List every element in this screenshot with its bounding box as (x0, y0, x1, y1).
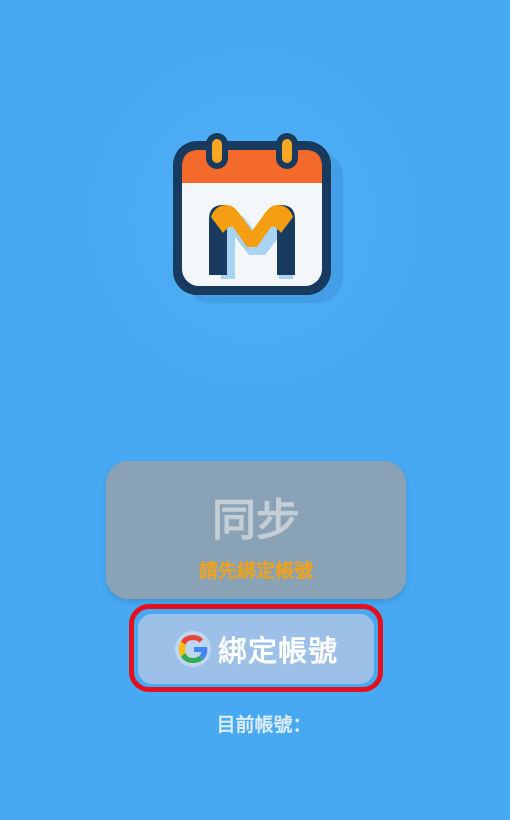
google-icon (174, 631, 211, 667)
current-account-label: 目前帳號： (216, 714, 312, 736)
app-screen: 同步 請先綁定帳號 綁定帳號 目前帳號： (0, 0, 510, 820)
sync-button[interactable]: 同步 請先綁定帳號 (106, 461, 406, 599)
bind-account-label: 綁定帳號 (217, 634, 338, 668)
sync-label: 同步 (212, 495, 300, 546)
sync-hint: 請先綁定帳號 (198, 560, 313, 582)
bind-account-button[interactable]: 綁定帳號 (138, 614, 374, 684)
calendar-m-icon (173, 133, 343, 303)
